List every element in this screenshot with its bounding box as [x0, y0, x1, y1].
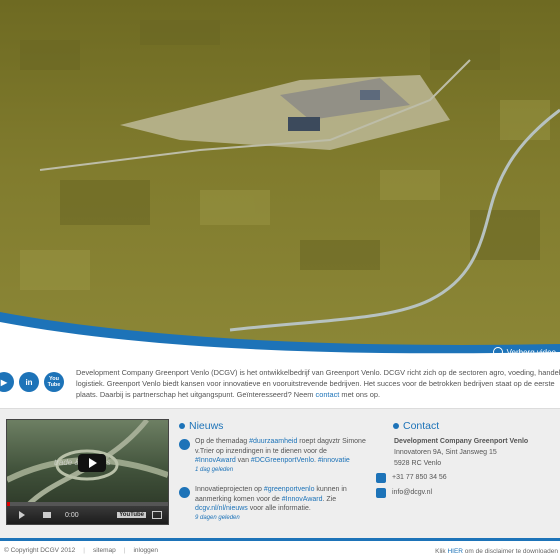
hide-video-label: Verberg video	[506, 347, 556, 357]
volume-icon[interactable]	[43, 512, 51, 518]
youtube-icon[interactable]: You Tube	[44, 372, 64, 392]
hashtag-link[interactable]: #duurzaamheid	[249, 438, 297, 445]
twitter-icon	[179, 487, 190, 498]
hide-video-button[interactable]: Verberg video	[492, 344, 560, 360]
linkedin-icon[interactable]: in	[19, 372, 39, 392]
intro-line: Development Company Greenport Venlo (DCG…	[76, 368, 560, 377]
disclaimer-link[interactable]: HIER	[447, 548, 463, 555]
intro-line: plaats. Daarbij is partnerschap het uitg…	[76, 390, 381, 399]
disclaimer-text: Klik HIER om de disclaimer te downloaden	[435, 548, 558, 555]
contact-email[interactable]: info@dcgv.nl	[376, 488, 432, 498]
news-link[interactable]: dcgv.nl/nl/nieuws	[195, 505, 248, 512]
video-controls: 0:00 YouTube	[7, 506, 168, 524]
bullet-icon	[393, 423, 399, 429]
mail-icon	[376, 488, 386, 498]
footer: © Copyright DCGV 2012 | sitemap | inlogg…	[0, 541, 560, 560]
phone-icon	[376, 473, 386, 483]
video-time: 0:00	[65, 511, 79, 519]
youtube-logo-icon[interactable]: YouTube	[117, 512, 146, 518]
bullet-icon	[179, 423, 185, 429]
news-text: Innovatieprojecten op #greenportvenlo ku…	[195, 485, 369, 523]
sitemap-link[interactable]: sitemap	[93, 547, 116, 554]
play-icon[interactable]	[19, 511, 25, 519]
news-date: 1 dag geleden	[195, 466, 234, 473]
hashtag-link[interactable]: #DCGreenportVenlo	[251, 457, 314, 464]
twitter-icon	[179, 439, 190, 450]
contact-heading: Contact	[393, 420, 439, 432]
hashtag-link[interactable]: #greenportvenlo	[264, 486, 315, 493]
news-heading: Nieuws	[179, 420, 223, 432]
hashtag-link[interactable]: #innovatie	[318, 457, 350, 464]
copyright-text: © Copyright DCGV 2012	[4, 547, 76, 554]
contact-address-line: 5928 RC Venlo	[394, 460, 442, 467]
hashtag-link[interactable]: #InnovAward	[195, 457, 236, 464]
intro-line: logistiek. Greenport Venlo biedt kansen …	[76, 379, 555, 388]
hashtag-link[interactable]: #InnovAward	[282, 496, 323, 503]
intro-paragraph: Development Company Greenport Venlo (DCG…	[76, 367, 560, 400]
twitter-icon[interactable]: ▶	[0, 372, 14, 392]
contact-company: Development Company Greenport Venlo	[394, 438, 529, 445]
news-text: Op de themadag #duurzaamheid roept dagvz…	[195, 437, 369, 475]
hero-swoosh	[0, 312, 560, 360]
video-player[interactable]: trade & logistics 0:00 YouTube	[6, 419, 169, 525]
social-links: ▶ in You Tube	[0, 372, 64, 392]
contact-address-line: Innovatoren 9A, Sint Jansweg 15	[394, 449, 497, 456]
magnifier-icon	[492, 347, 503, 357]
footer-separator: |	[123, 547, 126, 554]
hero-aerial-image	[0, 0, 560, 345]
contact-link[interactable]: contact	[316, 390, 340, 399]
play-button[interactable]	[78, 454, 106, 472]
news-date: 9 dagen geleden	[195, 514, 240, 521]
fullscreen-icon[interactable]	[152, 511, 162, 519]
contact-phone: +31 77 850 34 56	[376, 473, 447, 483]
footer-separator: |	[83, 547, 85, 554]
login-link[interactable]: inloggen	[133, 547, 158, 554]
